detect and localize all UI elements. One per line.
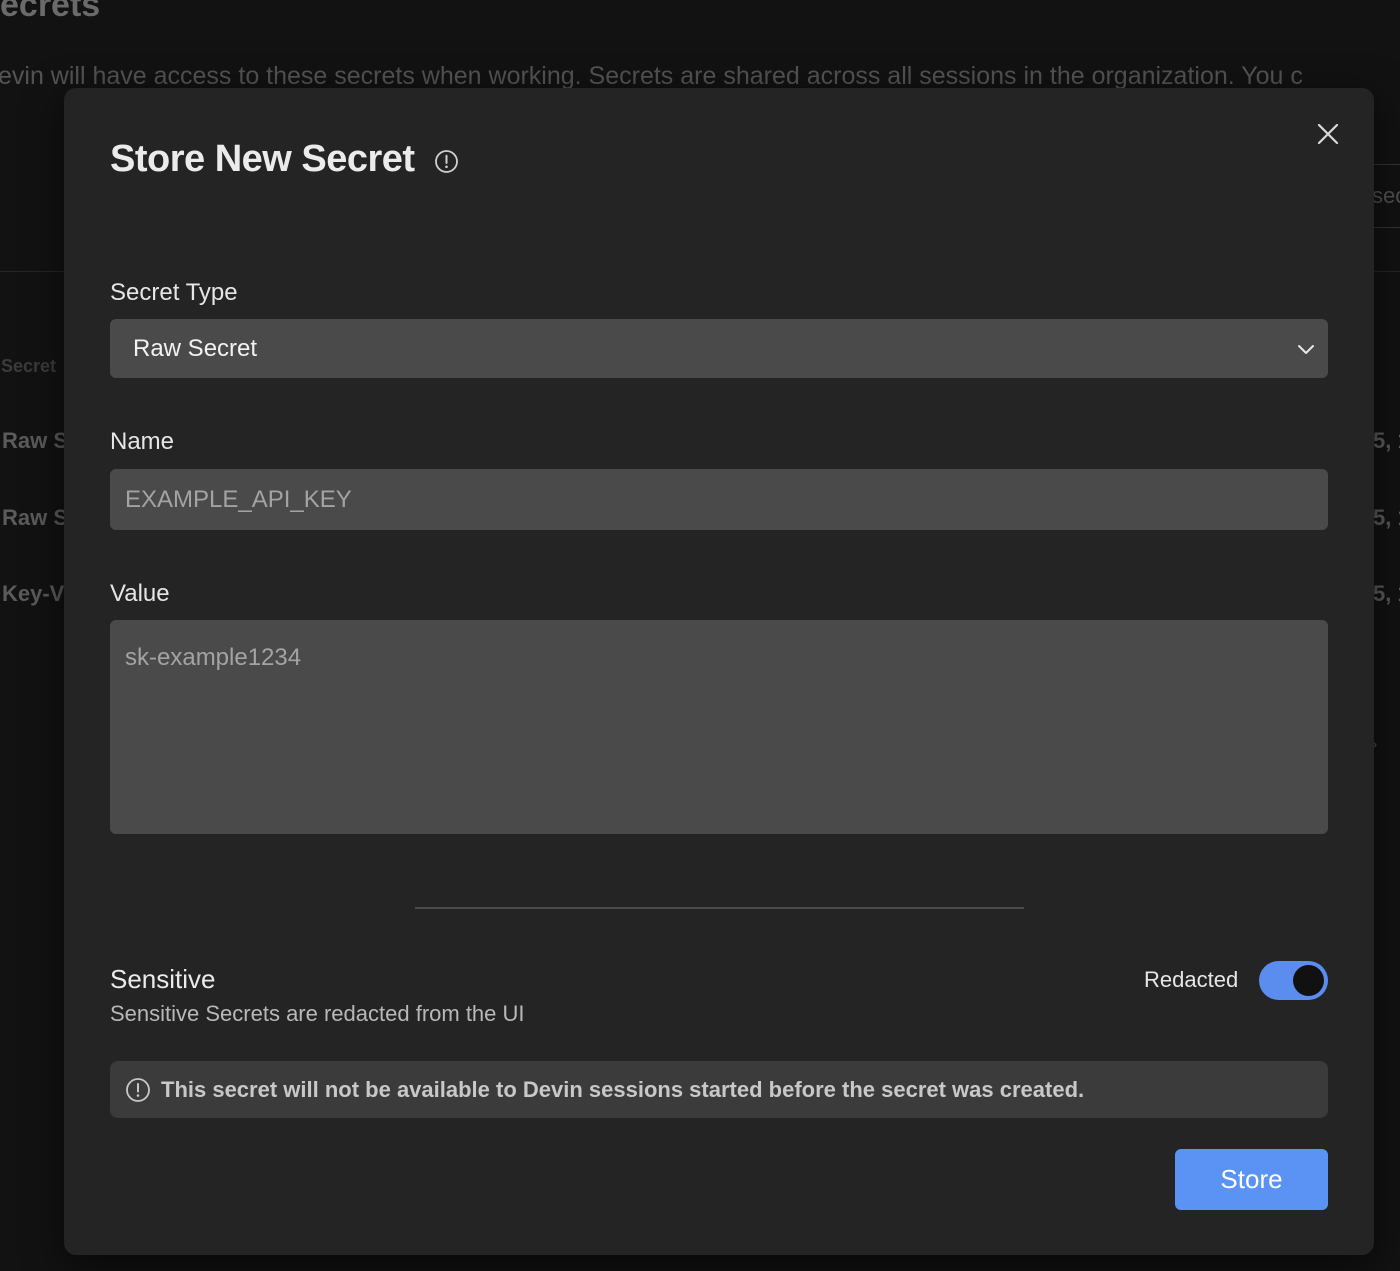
secret-type-selected-value: Raw Secret	[133, 335, 258, 362]
chevron-down-icon	[1296, 339, 1316, 359]
modal-title: Store New Secret	[110, 138, 415, 180]
secret-type-select[interactable]: Raw Secret	[110, 319, 1328, 378]
store-secret-modal: Store New Secret Secret Type Raw Secret …	[64, 88, 1374, 1255]
info-notice: This secret will not be available to Dev…	[110, 1061, 1328, 1118]
store-button[interactable]: Store	[1175, 1149, 1328, 1210]
name-input[interactable]	[110, 469, 1328, 530]
notice-text: This secret will not be available to Dev…	[161, 1077, 1085, 1102]
value-label: Value	[110, 580, 170, 607]
info-circle-icon	[125, 1077, 151, 1103]
page: ecrets evin will have access to these se…	[0, 0, 1400, 1271]
divider	[415, 907, 1024, 909]
sensitive-title: Sensitive	[110, 964, 216, 994]
value-textarea[interactable]	[110, 620, 1328, 834]
close-icon[interactable]	[1314, 120, 1342, 148]
sensitive-description: Sensitive Secrets are redacted from the …	[110, 1001, 525, 1026]
redacted-toggle[interactable]	[1259, 961, 1328, 1000]
name-label: Name	[110, 428, 175, 455]
info-circle-icon[interactable]	[434, 149, 459, 174]
toggle-knob	[1293, 965, 1324, 996]
secret-type-label: Secret Type	[110, 279, 238, 306]
redacted-toggle-label: Redacted	[1144, 967, 1239, 992]
